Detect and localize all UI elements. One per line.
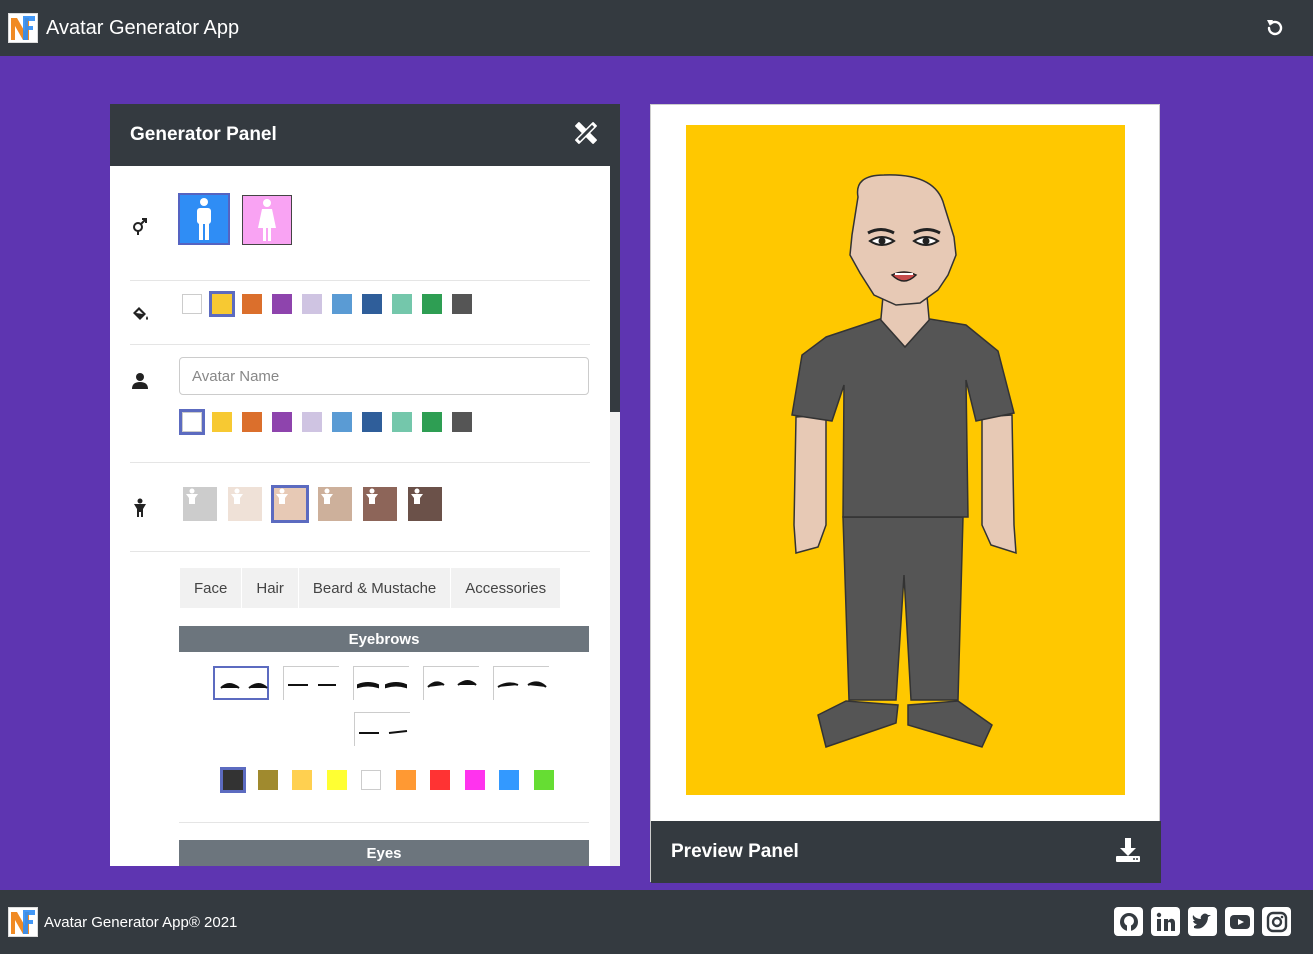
eyebrow-color-swatch-6[interactable] bbox=[430, 770, 450, 790]
background-color-swatch-4[interactable] bbox=[302, 294, 322, 314]
generator-header: Generator Panel bbox=[110, 104, 620, 166]
skin-tone-3[interactable] bbox=[318, 487, 352, 521]
reset-icon[interactable] bbox=[1263, 16, 1287, 40]
background-color-swatch-8[interactable] bbox=[422, 294, 442, 314]
avatar-name-input[interactable] bbox=[179, 357, 589, 395]
name-color-swatch-5[interactable] bbox=[332, 412, 352, 432]
female-icon bbox=[258, 199, 276, 241]
background-color-swatch-9[interactable] bbox=[452, 294, 472, 314]
avatar-preview bbox=[686, 125, 1125, 795]
user-icon bbox=[130, 371, 150, 391]
linkedin-icon[interactable] bbox=[1151, 907, 1180, 936]
background-color-row bbox=[130, 281, 590, 345]
female-button[interactable] bbox=[242, 195, 292, 245]
name-color-swatch-7[interactable] bbox=[392, 412, 412, 432]
name-color-swatch-0[interactable] bbox=[179, 409, 205, 435]
eyebrow-color-swatch-1[interactable] bbox=[257, 770, 278, 790]
eyebrow-style-1[interactable] bbox=[283, 666, 339, 700]
male-button[interactable] bbox=[178, 193, 230, 245]
eyebrow-style-3[interactable] bbox=[423, 666, 479, 700]
eyes-section-title: Eyes bbox=[179, 840, 589, 866]
eyebrow-color-swatch-5[interactable] bbox=[395, 770, 416, 790]
skin-tone-1[interactable] bbox=[228, 487, 262, 521]
generator-title: Generator Panel bbox=[130, 124, 277, 145]
background-color-swatch-6[interactable] bbox=[362, 294, 382, 314]
tab-beard-mustache[interactable]: Beard & Mustache bbox=[298, 568, 452, 608]
twitter-icon[interactable] bbox=[1188, 907, 1217, 936]
tab-face[interactable]: Face bbox=[180, 568, 243, 608]
tab-accessories[interactable]: Accessories bbox=[451, 568, 562, 608]
tab-hair[interactable]: Hair bbox=[242, 568, 299, 608]
preview-title: Preview Panel bbox=[671, 841, 799, 862]
skin-tone-4[interactable] bbox=[363, 487, 397, 521]
github-icon[interactable] bbox=[1114, 907, 1143, 936]
eyebrow-color-swatch-4[interactable] bbox=[361, 770, 381, 790]
tools-icon[interactable] bbox=[572, 119, 600, 152]
name-color-swatch-4[interactable] bbox=[302, 412, 322, 432]
person-icon bbox=[130, 498, 150, 518]
person-icon bbox=[411, 488, 423, 504]
person-icon bbox=[366, 488, 378, 504]
name-color-swatch-2[interactable] bbox=[242, 412, 262, 432]
name-color-swatch-6[interactable] bbox=[362, 412, 382, 432]
generator-panel: Generator Panel Avatar Name Face Hair Be… bbox=[110, 104, 620, 866]
instagram-icon[interactable] bbox=[1262, 907, 1291, 936]
eyebrow-color-swatch-0[interactable] bbox=[220, 767, 246, 793]
app-title: Avatar Generator App bbox=[46, 16, 240, 39]
skin-tone-2[interactable] bbox=[271, 485, 309, 523]
name-color-swatch-9[interactable] bbox=[452, 412, 472, 432]
skin-tone-5[interactable] bbox=[408, 487, 442, 521]
skin-tone-0[interactable] bbox=[183, 487, 217, 521]
eyebrow-color-swatch-3[interactable] bbox=[326, 770, 347, 790]
eyebrow-color-swatch-2[interactable] bbox=[292, 770, 312, 790]
skin-tone-row bbox=[130, 463, 590, 552]
gender-row bbox=[130, 166, 590, 281]
background-color-swatch-7[interactable] bbox=[392, 294, 412, 314]
name-color-swatch-8[interactable] bbox=[422, 412, 442, 432]
scrollbar[interactable] bbox=[610, 166, 620, 866]
eyebrow-style-4[interactable] bbox=[493, 666, 549, 700]
eyebrows-section-title: Eyebrows bbox=[179, 626, 589, 652]
footer-copyright: Avatar Generator App® 2021 bbox=[44, 913, 238, 931]
avatar-figure bbox=[791, 174, 1017, 748]
avatar-name-row bbox=[130, 345, 590, 463]
background-color-swatch-3[interactable] bbox=[272, 294, 292, 314]
background-color-swatch-0[interactable] bbox=[182, 294, 202, 314]
eyebrow-style-5[interactable] bbox=[354, 712, 410, 746]
generator-body: Face Hair Beard & Mustache Accessories E… bbox=[110, 166, 620, 866]
gender-icon bbox=[130, 216, 150, 236]
person-icon bbox=[276, 488, 288, 504]
eyebrow-style-2[interactable] bbox=[353, 666, 409, 700]
preview-panel: Preview Panel bbox=[650, 104, 1161, 883]
top-navbar: Avatar Generator App bbox=[0, 0, 1313, 56]
preview-footer: Preview Panel bbox=[651, 821, 1161, 883]
social-links bbox=[1114, 907, 1291, 936]
download-icon[interactable] bbox=[1115, 837, 1141, 868]
eyebrow-color-swatch-8[interactable] bbox=[499, 770, 519, 790]
paint-bucket-icon bbox=[130, 303, 150, 323]
eyebrow-style-0[interactable] bbox=[213, 666, 269, 700]
background-color-swatch-2[interactable] bbox=[242, 294, 262, 314]
background-color-swatch-5[interactable] bbox=[332, 294, 352, 314]
male-icon bbox=[197, 198, 211, 240]
footer-logo bbox=[8, 907, 38, 937]
scroll-thumb[interactable] bbox=[610, 166, 620, 412]
app-logo bbox=[8, 13, 38, 43]
feature-tabs: Face Hair Beard & Mustache Accessories bbox=[180, 568, 562, 608]
footer: Avatar Generator App® 2021 bbox=[0, 890, 1313, 954]
divider bbox=[179, 822, 589, 823]
youtube-icon[interactable] bbox=[1225, 907, 1254, 936]
person-icon bbox=[186, 488, 198, 504]
name-color-swatch-3[interactable] bbox=[272, 412, 292, 432]
eyebrow-color-swatch-7[interactable] bbox=[464, 770, 485, 790]
person-icon bbox=[321, 488, 333, 504]
name-color-swatch-1[interactable] bbox=[212, 412, 232, 432]
eyebrow-color-swatch-9[interactable] bbox=[533, 770, 554, 790]
background-color-swatch-1[interactable] bbox=[209, 291, 235, 317]
person-icon bbox=[231, 488, 243, 504]
